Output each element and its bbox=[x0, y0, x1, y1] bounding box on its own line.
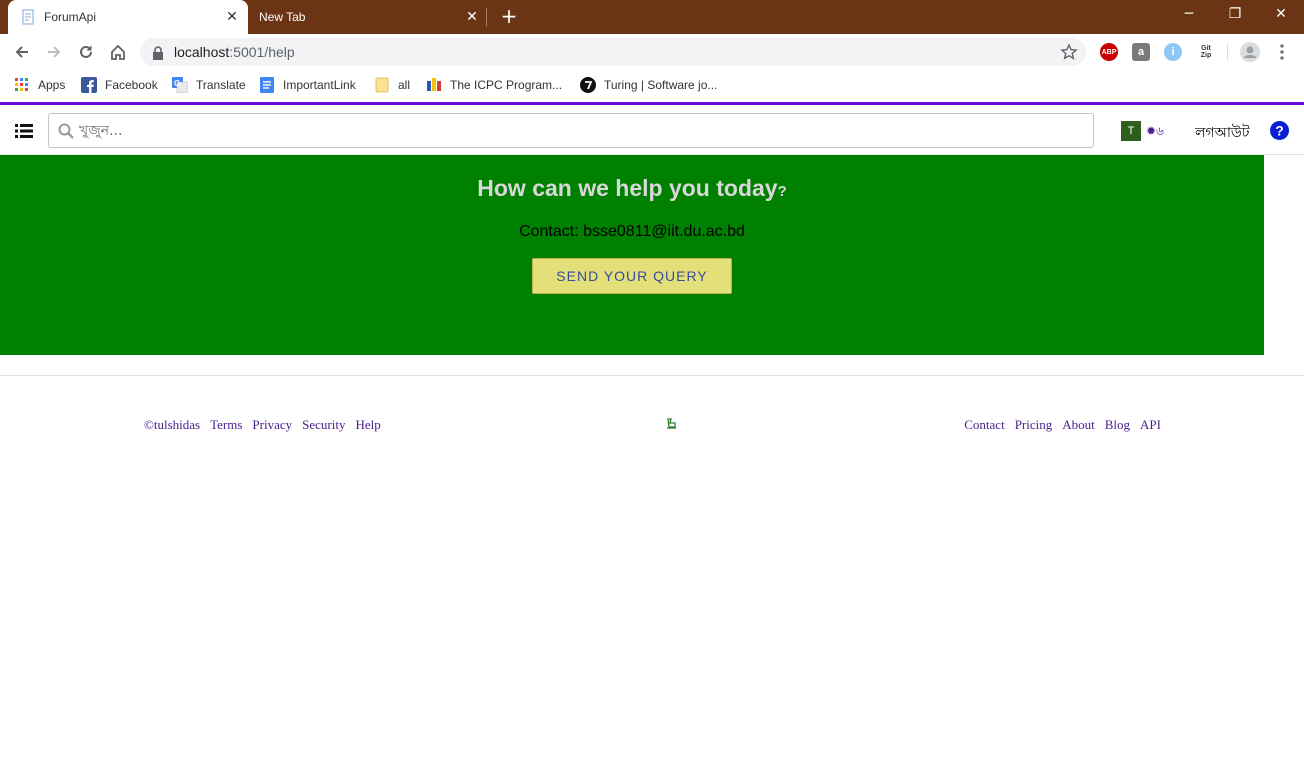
bookmark-all[interactable]: all bbox=[374, 76, 410, 94]
adblock-extension-icon[interactable]: ABP bbox=[1100, 43, 1118, 61]
ext-label: ABP bbox=[1101, 48, 1117, 56]
footer-link-privacy[interactable]: Privacy bbox=[252, 417, 292, 433]
bookmark-label: Translate bbox=[196, 78, 246, 92]
bookmarks-bar: Apps Facebook G Translate ImportantLink … bbox=[0, 70, 1304, 100]
close-window-icon[interactable]: ✕ bbox=[1258, 0, 1304, 30]
footer-link-security[interactable]: Security bbox=[302, 417, 345, 433]
bookmark-label: ImportantLink bbox=[283, 78, 356, 92]
footer-link-about[interactable]: About bbox=[1062, 417, 1095, 433]
bookmark-translate[interactable]: G Translate bbox=[172, 76, 246, 94]
footer-left-links: ©tulshidas Terms Privacy Security Help bbox=[144, 417, 381, 433]
turing-icon bbox=[580, 77, 596, 93]
help-question-icon[interactable]: ? bbox=[1270, 121, 1289, 140]
hero-heading: How can we help you today? bbox=[0, 175, 1264, 202]
profile-avatar-icon[interactable] bbox=[1238, 40, 1262, 64]
bookmark-label: Turing | Software jo... bbox=[604, 78, 718, 92]
forward-arrow-icon[interactable] bbox=[42, 40, 66, 64]
footer-link-terms[interactable]: Terms bbox=[210, 417, 242, 433]
footer-link-pricing[interactable]: Pricing bbox=[1015, 417, 1053, 433]
tab-forumapi[interactable]: ForumApi ✕ bbox=[8, 0, 248, 34]
bookmark-turing[interactable]: Turing | Software jo... bbox=[580, 76, 717, 94]
svg-text:G: G bbox=[174, 79, 180, 88]
amazon-extension-icon[interactable]: a bbox=[1132, 43, 1150, 61]
send-query-button[interactable]: SEND YOUR QUERY bbox=[532, 258, 732, 294]
ext-label: i bbox=[1171, 46, 1175, 58]
search-input[interactable] bbox=[79, 120, 1079, 142]
google-docs-icon bbox=[259, 77, 275, 93]
url-path: :5001/help bbox=[229, 44, 295, 60]
footer-link-api[interactable]: API bbox=[1140, 417, 1161, 433]
icpc-icon bbox=[426, 77, 442, 93]
gitzip-extension-icon[interactable]: Git Zip bbox=[1196, 43, 1216, 61]
footer: ©tulshidas Terms Privacy Security Help C… bbox=[0, 412, 1304, 436]
search-icon bbox=[58, 123, 74, 143]
reputation-badge: ✹৬ bbox=[1146, 124, 1164, 138]
footer-divider bbox=[0, 375, 1304, 376]
footer-link-blog[interactable]: Blog bbox=[1105, 417, 1130, 433]
bookmark-icpc[interactable]: The ICPC Program... bbox=[426, 76, 562, 94]
restore-window-icon[interactable]: ❐ bbox=[1212, 0, 1258, 30]
url-host: localhost bbox=[174, 44, 230, 60]
lock-icon bbox=[152, 45, 164, 64]
tab-new-tab[interactable]: New Tab ✕ bbox=[248, 0, 488, 34]
new-tab-button[interactable]: + bbox=[498, 6, 520, 28]
footer-right-links: Contact Pricing About Blog API bbox=[964, 417, 1161, 433]
footer-link-help[interactable]: Help bbox=[355, 417, 380, 433]
logout-link[interactable]: লগআউট bbox=[1195, 121, 1249, 145]
url-text: localhost:5001/help bbox=[174, 44, 295, 60]
bookmark-label: Apps bbox=[38, 78, 66, 92]
address-bar[interactable]: localhost:5001/help bbox=[140, 38, 1086, 66]
help-hero-section: How can we help you today? Contact: bsse… bbox=[0, 155, 1264, 355]
bookmark-label: Facebook bbox=[105, 78, 158, 92]
page-viewport: T ✹৬ লগআউট ? How can we help you today? … bbox=[0, 102, 1304, 768]
menu-list-icon[interactable] bbox=[15, 123, 33, 138]
google-translate-icon: G bbox=[172, 77, 188, 93]
page-icon bbox=[20, 9, 36, 25]
toolbar-divider bbox=[1227, 44, 1228, 60]
close-tab-icon[interactable]: ✕ bbox=[464, 9, 480, 25]
browser-tab-strip: ForumApi ✕ New Tab ✕ + ─ ❐ ✕ bbox=[0, 0, 1304, 34]
facebook-icon bbox=[81, 77, 97, 93]
bookmark-facebook[interactable]: Facebook bbox=[81, 76, 158, 94]
ext-label: a bbox=[1137, 46, 1145, 58]
tab-separator bbox=[486, 8, 487, 26]
folder-icon bbox=[374, 77, 390, 93]
footer-logo-icon bbox=[665, 416, 679, 434]
bookmark-label: The ICPC Program... bbox=[450, 78, 563, 92]
hero-heading-mark: ? bbox=[777, 183, 787, 200]
home-icon[interactable] bbox=[106, 40, 130, 64]
reload-icon[interactable] bbox=[74, 40, 98, 64]
apps-grid-icon bbox=[14, 77, 30, 93]
footer-link-contact[interactable]: Contact bbox=[964, 417, 1004, 433]
tab-title: New Tab bbox=[259, 10, 306, 24]
search-field[interactable] bbox=[48, 113, 1094, 148]
app-header: T ✹৬ লগআউট ? bbox=[0, 105, 1304, 155]
bookmark-apps[interactable]: Apps bbox=[14, 76, 65, 94]
bookmark-importantlink[interactable]: ImportantLink bbox=[259, 76, 356, 94]
minimize-window-icon[interactable]: ─ bbox=[1166, 0, 1212, 30]
footer-copyright: ©tulshidas bbox=[144, 417, 201, 432]
user-avatar[interactable]: T bbox=[1121, 121, 1141, 141]
bookmark-label: all bbox=[398, 78, 411, 92]
tab-title: ForumApi bbox=[44, 10, 97, 24]
ext-label: Git Zip bbox=[1200, 45, 1212, 59]
svg-text:?: ? bbox=[1275, 123, 1284, 139]
hero-heading-text: How can we help you today bbox=[477, 175, 778, 201]
close-tab-icon[interactable]: ✕ bbox=[224, 9, 240, 25]
chrome-menu-icon[interactable] bbox=[1270, 40, 1294, 64]
browser-toolbar: localhost:5001/help ABP a i Git Zip bbox=[0, 34, 1304, 70]
info-extension-icon[interactable]: i bbox=[1164, 43, 1182, 61]
back-arrow-icon[interactable] bbox=[10, 40, 34, 64]
bookmark-star-icon[interactable] bbox=[1060, 43, 1078, 65]
contact-email: Contact: bsse0811@iit.du.ac.bd bbox=[519, 223, 745, 240]
